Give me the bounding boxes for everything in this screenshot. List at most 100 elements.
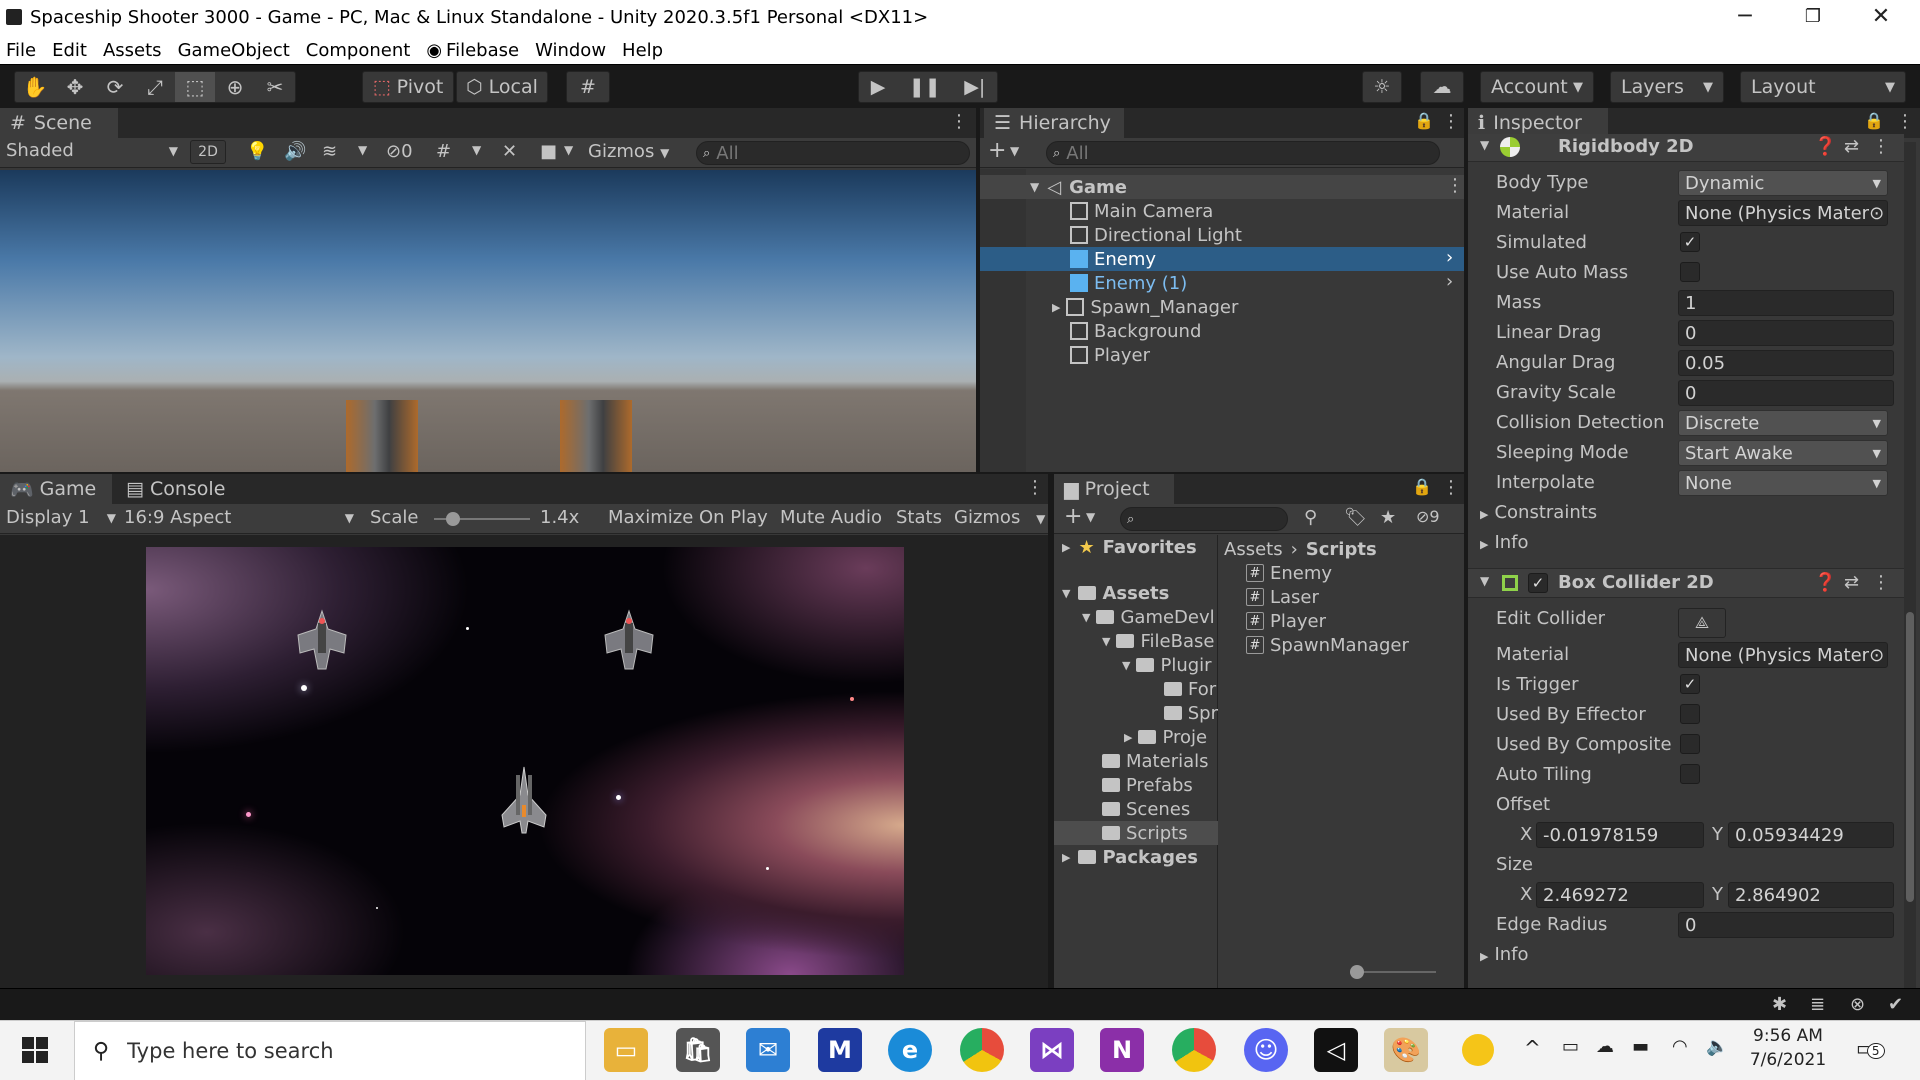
aspect-dropdown[interactable]: 16:9 Aspect ▼ (124, 507, 354, 528)
layout-dropdown[interactable]: Layout ▼ (1740, 71, 1906, 103)
gravity-scale-field[interactable]: 0 (1678, 380, 1894, 406)
gizmos-dropdown[interactable]: Gizmos ▼ (954, 507, 1045, 528)
tools-icon[interactable]: ✕ (502, 141, 517, 162)
folder-item[interactable]: Prefabs (1102, 773, 1193, 797)
assets-item[interactable]: ▼ Assets (1062, 581, 1169, 605)
move-tool-icon[interactable]: ✥ (55, 72, 95, 102)
kebab-menu-icon[interactable]: ⋮ (1026, 477, 1044, 498)
script-item[interactable]: # Enemy (1246, 561, 1332, 585)
script-item[interactable]: # Laser (1246, 585, 1319, 609)
clock[interactable]: 9:56 AM 7/6/2021 (1740, 1026, 1836, 1070)
progress-icon[interactable]: ✔ (1888, 994, 1903, 1015)
edge-radius-field[interactable]: 0 (1678, 912, 1894, 938)
display-dropdown[interactable]: Display 1 ▼ (6, 507, 116, 528)
rigidbody-header[interactable]: ▼ Rigidbody 2D ❓ ⇄ ⋮ (1468, 134, 1904, 162)
shading-dropdown[interactable]: Shaded ▼ (6, 140, 178, 161)
effects-icon[interactable]: ≋ (322, 141, 337, 162)
scale-tool-icon[interactable]: ⤢ (135, 72, 175, 102)
hidden-packages-icon[interactable]: ⊘9 (1416, 507, 1440, 526)
auto-tiling-checkbox[interactable] (1680, 764, 1700, 784)
folder-item[interactable]: Spr (1164, 701, 1218, 725)
packages-item[interactable]: ▶ Packages (1062, 845, 1198, 869)
maximize-on-play-toggle[interactable]: Maximize On Play (608, 507, 768, 528)
onenote-icon[interactable]: N (1100, 1028, 1144, 1072)
mute-audio-toggle[interactable]: Mute Audio (780, 507, 882, 528)
tab-project[interactable]: ▆ Project (1054, 474, 1174, 504)
lighting-icon[interactable]: 💡 (246, 141, 268, 162)
app-icon[interactable]: M (818, 1028, 862, 1072)
add-icon[interactable]: + (988, 138, 1006, 163)
used-by-effector-checkbox[interactable] (1680, 704, 1700, 724)
scrollbar-thumb[interactable] (1906, 612, 1914, 902)
add-icon[interactable]: + (1064, 504, 1082, 529)
battery-icon[interactable]: ▬ (1632, 1036, 1649, 1057)
size-x-field[interactable]: 2.469272 (1536, 882, 1704, 908)
info-foldout[interactable]: ▶ Info (1480, 532, 1529, 553)
pause-icon[interactable]: ❚❚ (909, 76, 941, 98)
hierarchy-item[interactable]: ▶ Spawn_Manager (1052, 295, 1238, 319)
cache-icon[interactable]: ≣ (1810, 994, 1825, 1015)
chevron-right-icon[interactable]: › (1446, 247, 1453, 268)
offset-y-field[interactable]: 0.05934429 (1728, 822, 1894, 848)
kebab-menu-icon[interactable]: ⋮ (1442, 111, 1460, 132)
kebab-menu-icon[interactable]: ⋮ (1442, 477, 1460, 498)
tab-console[interactable]: ▤ Console (116, 474, 246, 504)
breadcrumb-root[interactable]: Assets (1224, 539, 1283, 560)
kebab-menu-icon[interactable]: ⋮ (1446, 175, 1464, 196)
object-picker-icon[interactable]: ⊙ (1869, 645, 1884, 666)
material-field[interactable]: None (Physics Mater ⊙ (1678, 642, 1888, 668)
audio-icon[interactable]: 🔊 (284, 141, 306, 162)
discord-icon[interactable]: ☺ (1244, 1028, 1288, 1072)
transform-tool-icon[interactable]: ⊕ (215, 72, 255, 102)
menu-window[interactable]: Window (535, 40, 606, 61)
menu-edit[interactable]: Edit (52, 40, 87, 61)
chevron-down-icon[interactable]: ▼ (358, 143, 367, 157)
taskbar-search-input[interactable]: ⚲ Type here to search (74, 1021, 586, 1080)
store-icon[interactable]: 🛍 (676, 1028, 720, 1072)
pivot-button[interactable]: ⬚ Pivot (362, 71, 454, 103)
kebab-menu-icon[interactable]: ⋮ (1872, 136, 1890, 157)
mass-field[interactable]: 1 (1678, 290, 1894, 316)
script-item[interactable]: # Player (1246, 609, 1326, 633)
kebab-menu-icon[interactable]: ⋮ (950, 111, 968, 132)
edit-collider-button[interactable]: ⟁ (1678, 608, 1726, 638)
chevron-down-icon[interactable]: ▼ (472, 143, 481, 157)
hierarchy-item[interactable]: Directional Light (1070, 223, 1242, 247)
camera-icon[interactable]: ■ (540, 141, 557, 162)
constraints-foldout[interactable]: ▶ Constraints (1480, 502, 1597, 523)
kebab-menu-icon[interactable]: ⋮ (1896, 111, 1914, 132)
chevron-down-icon[interactable]: ▼ (564, 143, 573, 157)
rotate-tool-icon[interactable]: ⟳ (95, 72, 135, 102)
menu-gameobject[interactable]: GameObject (178, 40, 290, 61)
custom-tool-icon[interactable]: ✂ (255, 72, 295, 102)
hierarchy-item[interactable]: Main Camera (1070, 199, 1213, 223)
box-collider-enabled-checkbox[interactable]: ✓ (1528, 573, 1548, 593)
scale-slider-handle[interactable] (446, 512, 460, 526)
chevron-down-icon[interactable]: ▼ (1010, 144, 1019, 158)
favorite-icon[interactable]: ★ (1380, 507, 1396, 528)
chevron-down-icon[interactable]: ▼ (1086, 510, 1095, 524)
is-trigger-checkbox[interactable]: ✓ (1680, 674, 1700, 694)
tab-hierarchy[interactable]: ☰ Hierarchy (984, 108, 1124, 138)
inspector-scrollbar[interactable] (1904, 142, 1916, 988)
info-foldout[interactable]: ▶ Info (1480, 944, 1529, 965)
grid-snap-icon[interactable]: # (566, 71, 610, 103)
filter-type-icon[interactable]: ⚲ (1304, 507, 1317, 528)
chevron-down-icon[interactable]: ▼ (1480, 574, 1489, 588)
gizmos-dropdown[interactable]: Gizmos ▼ (588, 141, 669, 162)
menu-help[interactable]: Help (622, 40, 663, 61)
volume-icon[interactable]: 🔈 (1706, 1036, 1728, 1057)
step-icon[interactable]: ▶| (964, 76, 985, 98)
preset-icon[interactable]: ⇄ (1844, 136, 1859, 157)
minimize-button[interactable]: ─ (1720, 4, 1770, 29)
stats-toggle[interactable]: Stats (896, 507, 942, 528)
menu-component[interactable]: Component (306, 40, 411, 61)
play-icon[interactable]: ▶ (871, 76, 886, 98)
cloud-icon[interactable]: ☁ (1420, 71, 1464, 103)
game-view[interactable] (146, 547, 904, 975)
body-type-dropdown[interactable]: Dynamic ▼ (1678, 170, 1888, 196)
unity-icon[interactable]: ◁ (1314, 1028, 1358, 1072)
menu-file[interactable]: File (6, 40, 36, 61)
lock-icon[interactable]: 🔒 (1864, 111, 1884, 130)
close-button[interactable]: ✕ (1856, 4, 1906, 29)
